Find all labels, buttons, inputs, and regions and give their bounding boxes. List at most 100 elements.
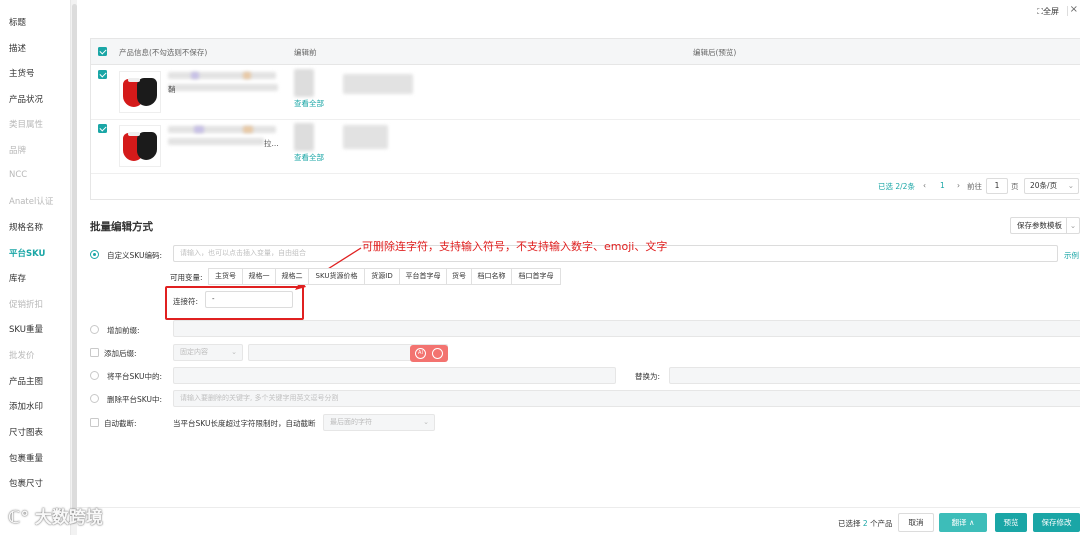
col-header-product: 产品信息(不勾选则不保存) [119,48,208,57]
connector-input[interactable]: - [205,291,293,308]
chevron-down-icon: ⌄ [1066,218,1079,233]
ai-tools-badge[interactable]: AI [410,345,448,362]
watermark-logo: ℂ° 大数跨境 [8,503,103,528]
replace-with-label: 替换为: [635,372,661,381]
nav-item-watermark[interactable]: 添加水印 [9,400,43,412]
sidebar-scrollbar[interactable] [70,0,77,535]
nav-item-package-weight[interactable]: 包裹重量 [9,452,43,464]
custom-sku-label: 自定义SKU编码: [107,251,162,260]
page-size-select[interactable]: 20条/页 ⌄ [1024,178,1079,194]
truncate-mode-select[interactable]: 最后面的字符 ⌄ [323,414,435,431]
truncate-mode-value: 最后面的字符 [330,418,372,426]
replace-to-input[interactable] [669,367,1080,384]
product-thumbnail [119,71,161,113]
product-name-tail: 拉... [264,139,279,148]
nav-item-platform-sku[interactable]: 平台SKU [9,247,45,259]
selected-summary: 已选择 2 个产品 [838,518,893,529]
product-name-tail: 鞘 [168,85,176,94]
chevron-down-icon: ⌄ [1067,181,1074,190]
variable-chip[interactable]: 平台首字母 [399,268,447,285]
product-table: 产品信息(不勾选则不保存) 编辑前 编辑后(预览) 鞘 查看全部 拉... 查看… [90,38,1080,200]
nav-item-condition[interactable]: 产品状况 [9,93,43,105]
prev-page-button[interactable]: ‹ [923,181,926,190]
selected-count: 2 [862,519,868,528]
fullscreen-button[interactable]: ⛶全屏 [1037,6,1059,17]
variables-label: 可用变量: [170,273,203,282]
replace-label: 将平台SKU中的: [107,372,162,381]
radio-custom-sku[interactable] [90,250,99,259]
radio-add-prefix[interactable] [90,325,99,334]
nav-item-anatel[interactable]: Anatel认证 [9,195,53,207]
page-size-value: 20条/页 [1030,181,1058,190]
batch-edit-title: 批量编辑方式 [90,221,153,233]
auto-truncate-checkbox[interactable] [90,418,99,427]
variable-chip[interactable]: 规格一 [242,268,276,285]
variable-chip[interactable]: 货号 [446,268,472,285]
close-icon[interactable]: × [1070,4,1078,15]
nav-item-wholesale[interactable]: 批发价 [9,349,35,361]
nav-item-description[interactable]: 描述 [9,42,26,54]
variable-chip[interactable]: 档口首字母 [511,268,561,285]
product-thumbnail [119,125,161,167]
watermark-text: 大数跨境 [34,508,103,528]
search-icon[interactable] [432,348,443,359]
cancel-button[interactable]: 取消 [898,513,934,532]
ai-icon[interactable]: AI [415,348,426,359]
nav-item-brand[interactable]: 品牌 [9,144,26,156]
example-link[interactable]: 示例 [1064,250,1079,261]
save-template-label: 保存参数模板 [1017,221,1062,230]
watermark-icon: ℂ° [8,508,29,528]
nav-item-promo-discount[interactable]: 促销折扣 [9,298,43,310]
save-changes-button[interactable]: 保存修改 [1033,513,1080,532]
col-header-before: 编辑前 [294,48,317,57]
table-row: 鞘 查看全部 [91,66,1080,120]
replace-from-input[interactable] [173,367,616,384]
nav-item-category-attrs[interactable]: 类目属性 [9,118,43,130]
auto-truncate-desc: 当平台SKU长度超过字符限制时，自动截断 [173,419,316,428]
nav-item-stock[interactable]: 库存 [9,272,26,284]
nav-item-spec-name[interactable]: 规格名称 [9,221,43,233]
fullscreen-label: 全屏 [1043,7,1059,16]
add-prefix-input[interactable] [173,320,1080,337]
nav-item-package-size[interactable]: 包裹尺寸 [9,477,43,489]
add-suffix-checkbox[interactable] [90,348,99,357]
variable-chip[interactable]: 货源ID [364,268,400,285]
chevron-down-icon: ⌄ [231,348,237,356]
selected-suffix: 个产品 [870,519,893,528]
preview-button[interactable]: 预览 [995,513,1027,532]
table-row: 拉... 查看全部 [91,120,1080,174]
action-footer: 已选择 2 个产品 取消 翻译 ∧ 预览 保存修改 [77,507,1080,535]
annotation-note: 可删除连字符，支持输入符号，不支持输入数字、emoji、文字 [362,240,668,253]
next-page-button[interactable]: › [957,181,960,190]
row-checkbox[interactable] [98,70,107,79]
translate-button[interactable]: 翻译 ∧ [939,513,987,532]
goto-page-input[interactable]: 1 [986,178,1008,194]
page-unit-label: 页 [1011,182,1019,191]
variable-chip[interactable]: SKU货源价格 [308,268,365,285]
nav-item-main-sku[interactable]: 主货号 [9,67,35,79]
nav-item-main-image[interactable]: 产品主图 [9,375,43,387]
select-all-checkbox[interactable] [98,47,107,56]
variable-chip[interactable]: 规格二 [275,268,309,285]
selected-prefix: 已选择 [838,519,861,528]
auto-truncate-label: 自动截断: [104,419,137,428]
save-template-button[interactable]: 保存参数模板 ⌄ [1010,217,1080,234]
variable-chip[interactable]: 档口名称 [471,268,512,285]
page-number-current[interactable]: 1 [940,181,945,190]
variable-chip[interactable]: 主货号 [208,268,243,285]
radio-replace[interactable] [90,371,99,380]
suffix-type-select[interactable]: 固定内容 ⌄ [173,344,243,361]
top-bar: ⛶全屏 × [77,0,1080,24]
main-panel: ⛶全屏 × 产品信息(不勾选则不保存) 编辑前 编辑后(预览) 鞘 查看全部 拉… [77,0,1080,535]
view-all-link[interactable]: 查看全部 [294,98,324,109]
radio-delete[interactable] [90,394,99,403]
nav-item-sku-weight[interactable]: SKU重量 [9,323,43,335]
row-checkbox[interactable] [98,124,107,133]
nav-item-title[interactable]: 标题 [9,16,26,28]
goto-label: 前往 [967,182,982,191]
delete-keywords-input[interactable]: 请输入要删除的关键字, 多个关键字用英文逗号分割 [173,390,1080,407]
nav-item-size-chart[interactable]: 尺寸图表 [9,426,43,438]
nav-item-ncc[interactable]: NCC [9,170,27,180]
view-all-link[interactable]: 查看全部 [294,152,324,163]
col-header-after: 编辑后(预览) [693,48,737,57]
